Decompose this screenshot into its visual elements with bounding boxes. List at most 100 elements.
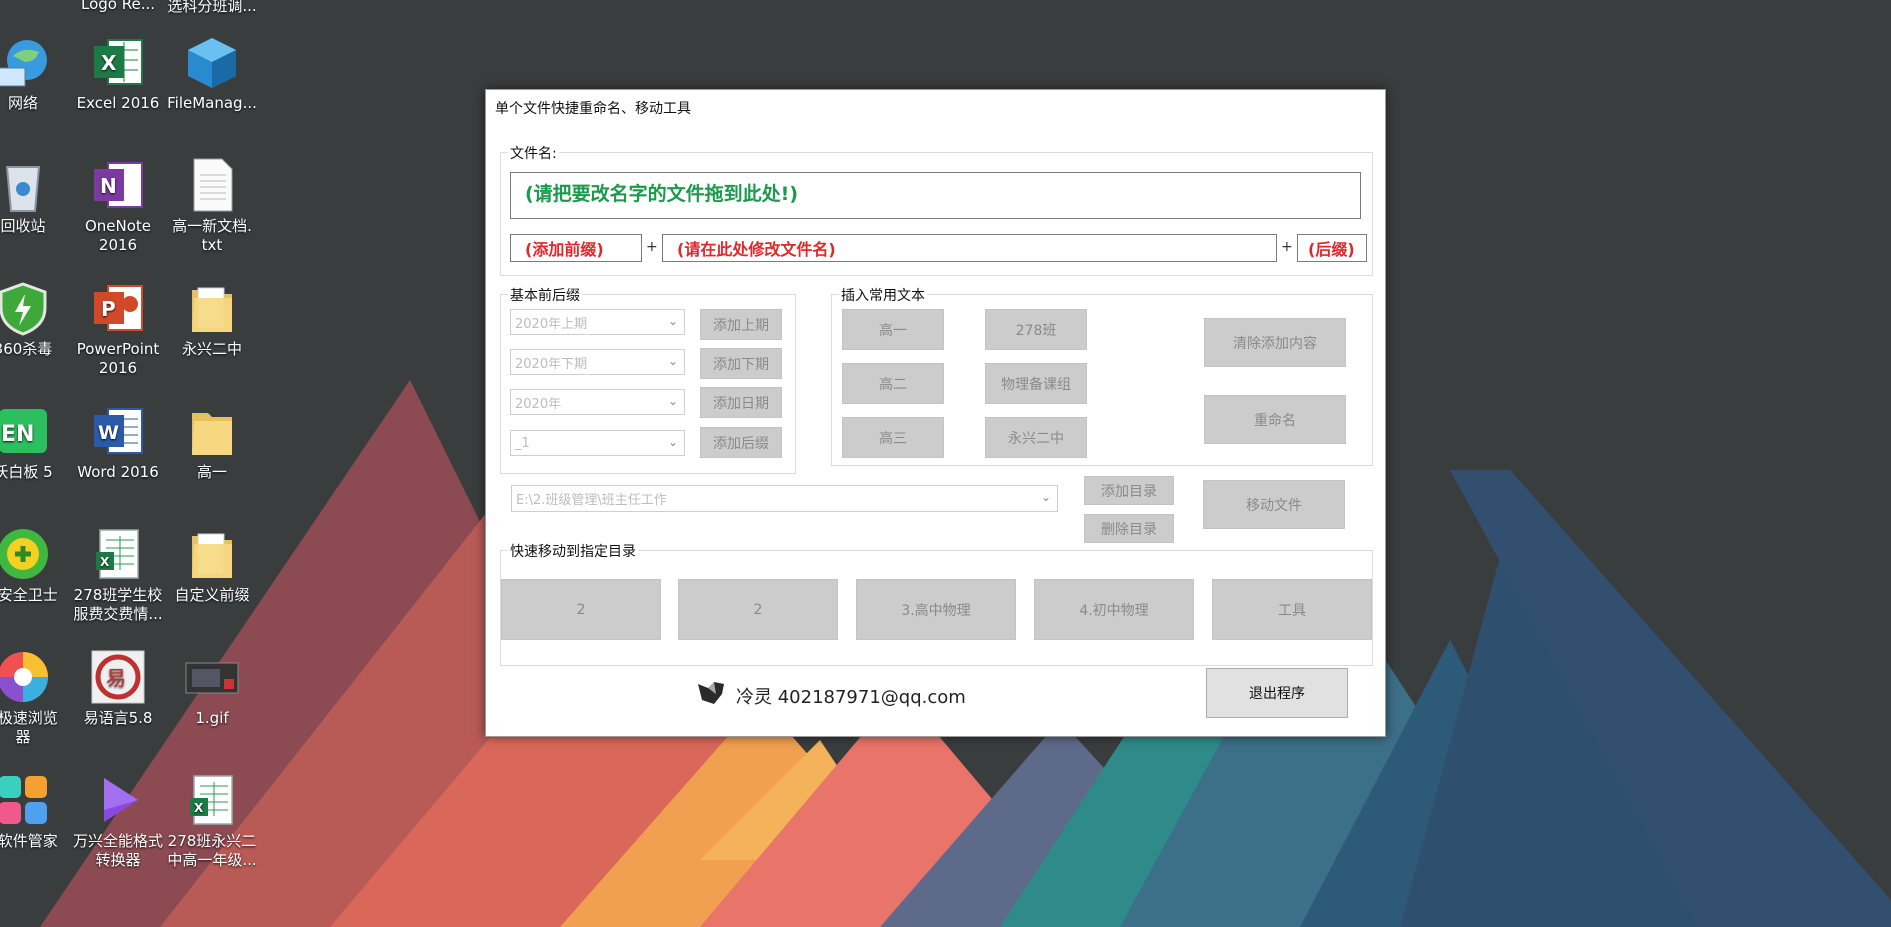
desktop-icon-word[interactable]: W Word 2016 bbox=[68, 403, 168, 482]
rename-button[interactable]: 重命名 bbox=[1204, 395, 1346, 444]
year-select-value: 2020年 bbox=[515, 396, 562, 412]
desktop-icon-gif[interactable]: 1.gif bbox=[162, 649, 262, 728]
onenote-icon: N bbox=[90, 157, 146, 213]
chevron-down-icon: ⌄ bbox=[667, 435, 678, 449]
filename-field[interactable]: (请在此处修改文件名) bbox=[662, 234, 1277, 262]
svg-text:N: N bbox=[100, 174, 117, 198]
desktop-icon-folder-prefix[interactable]: 自定义前缀 bbox=[162, 526, 262, 605]
exit-button[interactable]: 退出程序 bbox=[1206, 668, 1348, 718]
insert-gaoyi-button[interactable]: 高一 bbox=[842, 309, 944, 350]
text-file-icon bbox=[184, 157, 240, 213]
quick-move-button-2[interactable]: 2 bbox=[678, 579, 838, 640]
window-title: 单个文件快捷重命名、移动工具 bbox=[495, 101, 691, 117]
quick-move-button-4[interactable]: 4.初中物理 bbox=[1034, 579, 1194, 640]
desktop-icon-recycle-bin[interactable]: 回收站 bbox=[0, 157, 73, 236]
svg-text:X: X bbox=[194, 801, 204, 815]
excel-file-icon: X bbox=[90, 526, 146, 582]
insert-physics-group-button[interactable]: 物理备课组 bbox=[985, 363, 1087, 404]
desktop-icon-360-security[interactable]: 0安全卫士 bbox=[0, 526, 73, 605]
term-select-1[interactable]: 2020年上期 ⌄ bbox=[510, 309, 685, 335]
svg-text:易: 易 bbox=[106, 666, 126, 690]
folder-icon bbox=[184, 526, 240, 582]
chevron-down-icon: ⌄ bbox=[1040, 490, 1051, 504]
svg-text:X: X bbox=[100, 555, 110, 569]
converter-icon bbox=[90, 772, 146, 828]
desktop-icon-278-fees[interactable]: X 278班学生校 服费交费情... bbox=[68, 526, 168, 624]
quick-move-button-3[interactable]: 3.高中物理 bbox=[856, 579, 1016, 640]
insert-gaosan-button[interactable]: 高三 bbox=[842, 417, 944, 458]
recycle-bin-icon bbox=[0, 157, 51, 213]
folder-icon bbox=[184, 403, 240, 459]
desktop-icon-excel[interactable]: X Excel 2016 bbox=[68, 34, 168, 113]
suffix-select-value: _1 bbox=[515, 435, 530, 451]
add-date-button[interactable]: 添加日期 bbox=[700, 387, 782, 418]
term-select-2-value: 2020年下期 bbox=[515, 356, 588, 372]
folder-icon bbox=[184, 280, 240, 336]
insert-group-label: 插入常用文本 bbox=[839, 285, 927, 305]
word-icon: W bbox=[90, 403, 146, 459]
desktop-icon-filemanager[interactable]: FileManag... bbox=[162, 34, 262, 113]
suffix-select[interactable]: _1 ⌄ bbox=[510, 430, 685, 456]
directory-select[interactable]: E:\2.班级管理\班主任工作 ⌄ bbox=[511, 485, 1058, 512]
basic-prefix-suffix-group: 基本前后缀 2020年上期 ⌄ 添加上期 2020年下期 ⌄ 添加下期 2020年 ⌄… bbox=[500, 285, 796, 474]
quick-move-button-5[interactable]: 工具 bbox=[1212, 579, 1372, 640]
360-security-icon bbox=[0, 526, 51, 582]
year-select[interactable]: 2020年 ⌄ bbox=[510, 389, 685, 415]
add-first-term-button[interactable]: 添加上期 bbox=[700, 309, 782, 340]
author-credit: 冷灵 402187971@qq.com bbox=[696, 680, 966, 711]
chevron-down-icon: ⌄ bbox=[667, 354, 678, 368]
plus-sign-2: + bbox=[1281, 239, 1293, 255]
prefix-field[interactable]: (添加前缀) bbox=[510, 234, 642, 262]
desktop-icon-software-manager[interactable]: 0软件管家 bbox=[0, 772, 73, 851]
desktop-icon-powerpoint[interactable]: P PowerPoint 2016 bbox=[68, 280, 168, 378]
suffix-field[interactable]: (后缀) bbox=[1297, 234, 1367, 262]
desktop-icon-textfile[interactable]: 高一新文档. txt bbox=[162, 157, 262, 255]
svg-text:X: X bbox=[101, 51, 117, 75]
browser-icon bbox=[0, 649, 51, 705]
network-icon bbox=[0, 34, 51, 90]
insert-text-group: 插入常用文本 高一 278班 高二 物理备课组 高三 永兴二中 清除添加内容 重… bbox=[831, 285, 1373, 466]
clear-added-button[interactable]: 清除添加内容 bbox=[1204, 318, 1346, 367]
software-manager-icon bbox=[0, 772, 51, 828]
desktop-icon-converter[interactable]: 万兴全能格式 转换器 bbox=[68, 772, 168, 870]
move-file-button[interactable]: 移动文件 bbox=[1203, 480, 1345, 529]
file-drop-field[interactable]: (请把要改名字的文件拖到此处!) bbox=[510, 172, 1361, 219]
basic-group-label: 基本前后缀 bbox=[508, 285, 582, 305]
delete-directory-button[interactable]: 删除目录 bbox=[1084, 514, 1174, 543]
desktop-icon-onenote[interactable]: N OneNote 2016 bbox=[68, 157, 168, 255]
desktop-icon-network[interactable]: 网络 bbox=[0, 34, 73, 113]
desktop-icon-whiteboard[interactable]: EN 沃白板 5 bbox=[0, 403, 73, 482]
desktop-icon-label-xuanke[interactable]: 选科分班调... bbox=[162, 0, 262, 16]
svg-text:W: W bbox=[98, 422, 119, 444]
add-suffix-button[interactable]: 添加后缀 bbox=[700, 427, 782, 458]
quick-move-group: 快速移动到指定目录 2 2 3.高中物理 4.初中物理 工具 bbox=[500, 541, 1373, 666]
gif-file-icon bbox=[184, 649, 240, 705]
quick-move-button-1[interactable]: 2 bbox=[501, 579, 661, 640]
filemanager-icon bbox=[184, 34, 240, 90]
add-second-term-button[interactable]: 添加下期 bbox=[700, 348, 782, 379]
cat-logo-icon bbox=[696, 680, 726, 711]
insert-278-button[interactable]: 278班 bbox=[985, 309, 1087, 350]
whiteboard-icon: EN bbox=[0, 403, 51, 459]
chevron-down-icon: ⌄ bbox=[667, 314, 678, 328]
plus-sign-1: + bbox=[646, 239, 658, 255]
add-directory-button[interactable]: 添加目录 bbox=[1084, 476, 1174, 505]
desktop-icon-label-logo[interactable]: Logo Re... bbox=[68, 0, 168, 13]
term-select-2[interactable]: 2020年下期 ⌄ bbox=[510, 349, 685, 375]
filename-group: 文件名: (请把要改名字的文件拖到此处!) (添加前缀) + (请在此处修改文件… bbox=[500, 143, 1373, 276]
filename-group-label: 文件名: bbox=[508, 143, 559, 163]
desktop-icon-278-yongxing[interactable]: X 278班永兴二 中高一年级... bbox=[162, 772, 262, 870]
insert-yongxing-button[interactable]: 永兴二中 bbox=[985, 417, 1087, 458]
eyuyan-icon: 易 bbox=[90, 649, 146, 705]
desktop-icon-eyuyan[interactable]: 易 易语言5.8 bbox=[68, 649, 168, 728]
desktop-icon-folder-gaoyi[interactable]: 高一 bbox=[162, 403, 262, 482]
excel-file-icon: X bbox=[184, 772, 240, 828]
insert-gaoer-button[interactable]: 高二 bbox=[842, 363, 944, 404]
desktop-icon-folder-yongxing[interactable]: 永兴二中 bbox=[162, 280, 262, 359]
chevron-down-icon: ⌄ bbox=[667, 394, 678, 408]
author-text: 冷灵 402187971@qq.com bbox=[736, 686, 966, 708]
360-antivirus-icon bbox=[0, 280, 51, 336]
desktop-icon-browser[interactable]: 0极速浏览 器 bbox=[0, 649, 73, 747]
desktop-icon-360-antivirus[interactable]: 360杀毒 bbox=[0, 280, 73, 359]
powerpoint-icon: P bbox=[90, 280, 146, 336]
